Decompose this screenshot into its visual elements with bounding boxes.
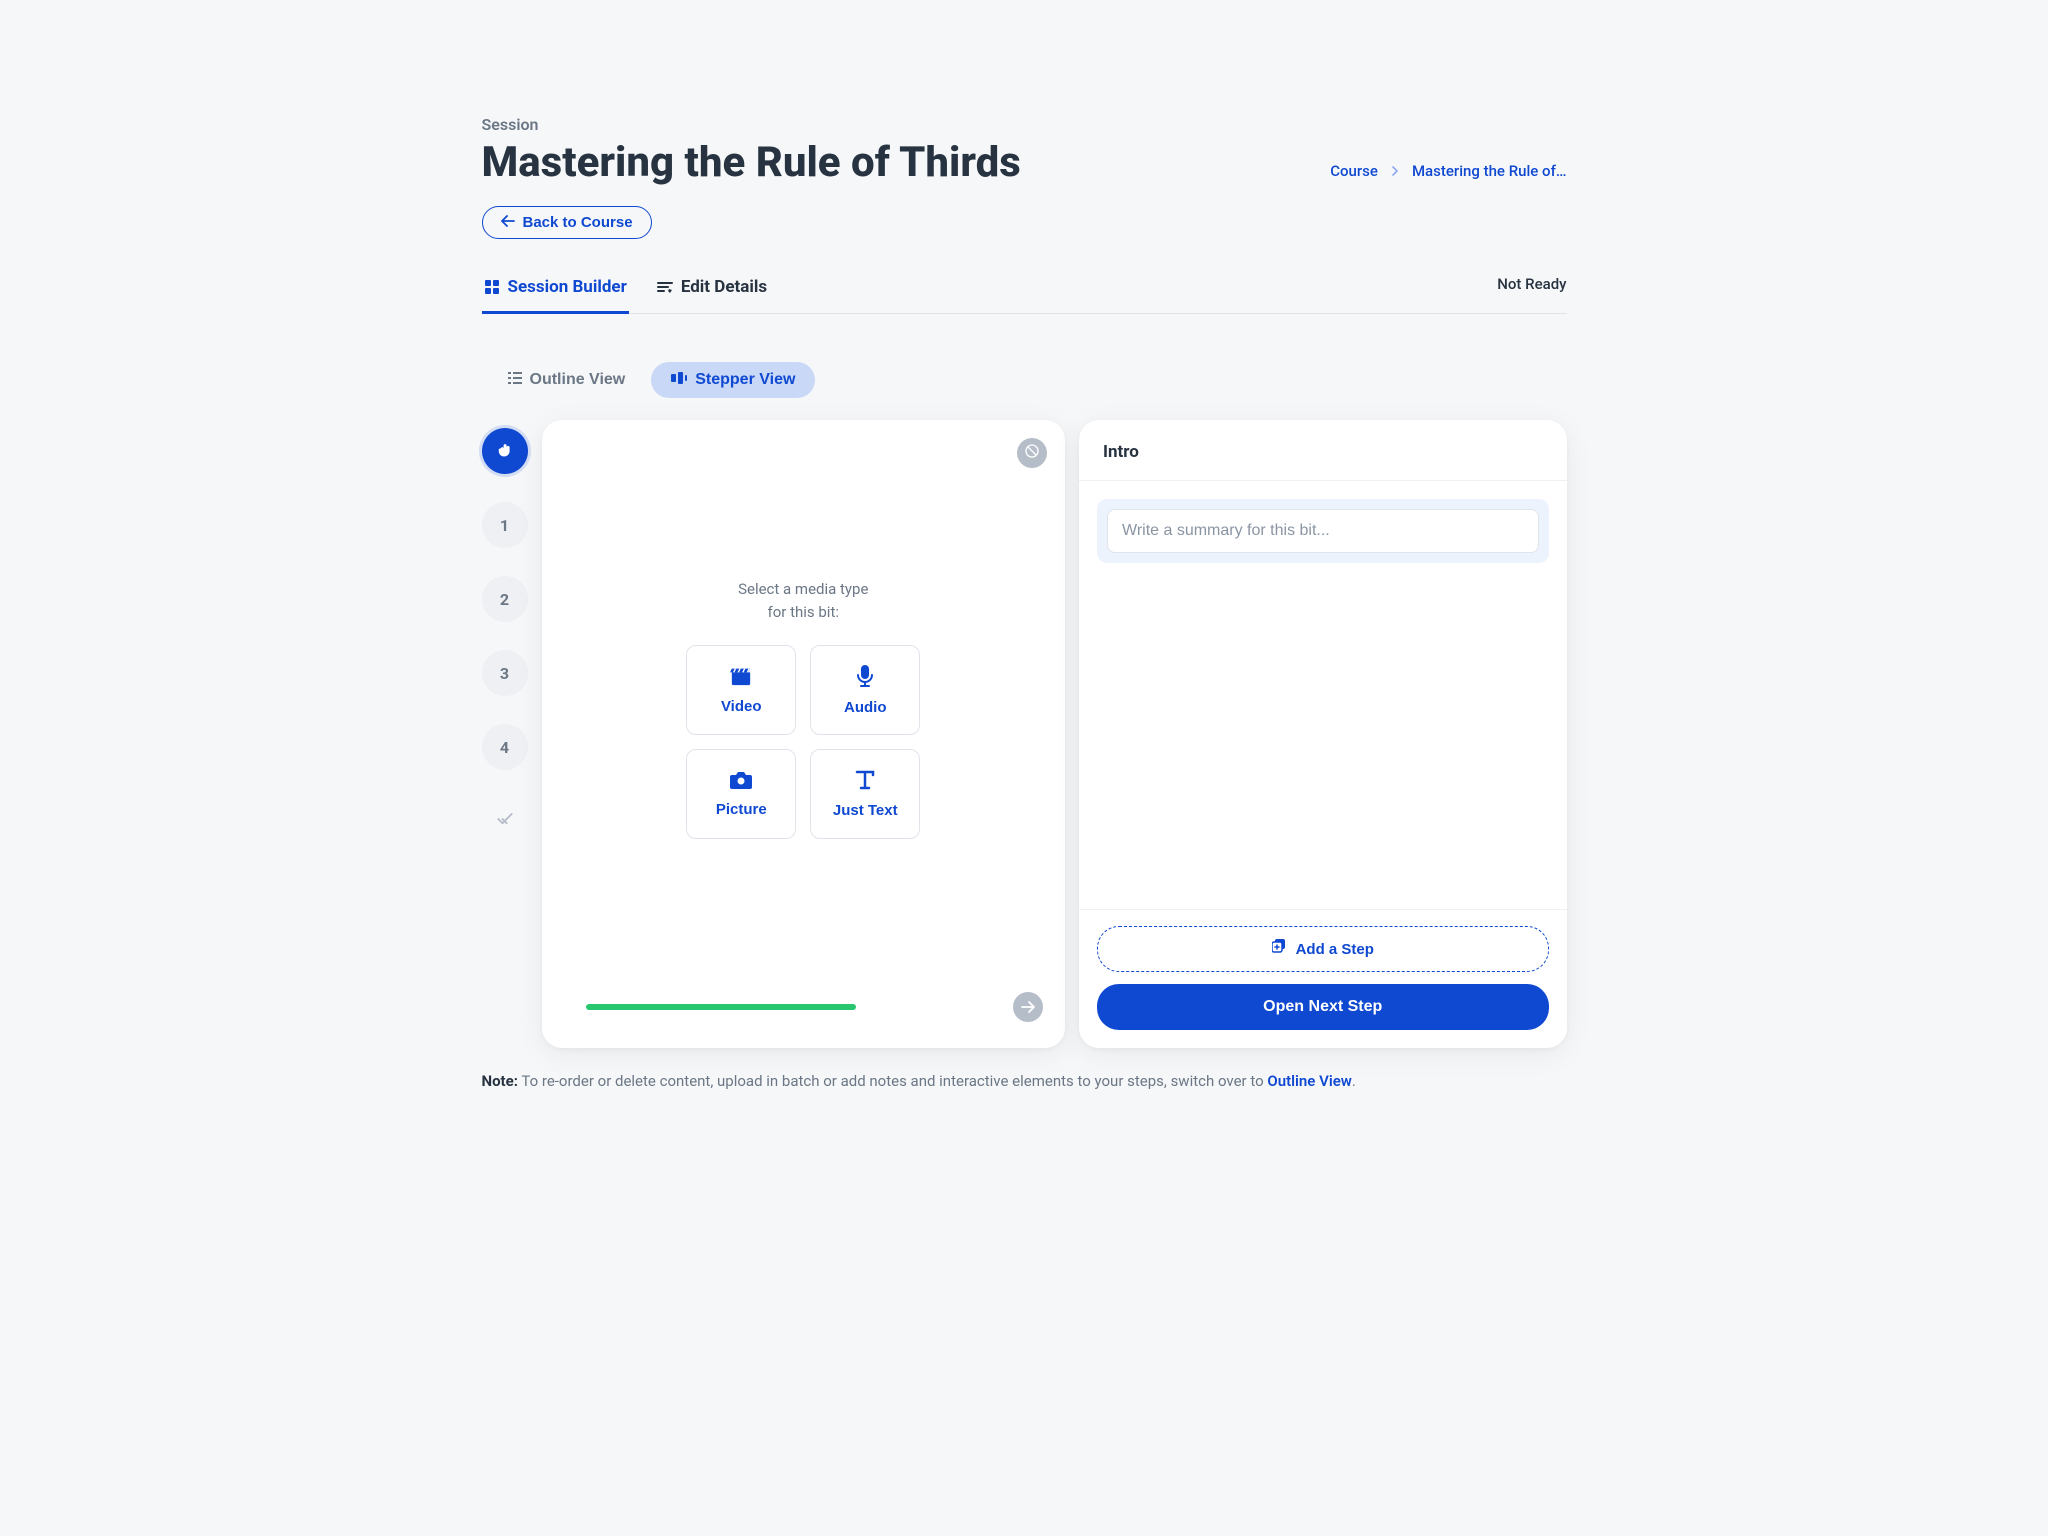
video-icon	[730, 666, 752, 690]
tab-edit-details[interactable]: Edit Details	[655, 267, 769, 314]
back-to-course-button[interactable]: Back to Course	[482, 206, 652, 239]
add-step-button[interactable]: Add a Step	[1097, 926, 1549, 972]
intro-card: Intro Add a Step Open Next Step	[1079, 420, 1567, 1048]
arrow-right-icon	[1021, 998, 1035, 1017]
text-icon	[855, 770, 875, 794]
intro-title: Intro	[1079, 420, 1567, 481]
page-subtitle: Session	[482, 115, 1021, 134]
camera-icon	[730, 771, 752, 793]
summary-input[interactable]	[1107, 509, 1539, 553]
tab-edit-label: Edit Details	[681, 277, 767, 297]
tab-session-builder[interactable]: Session Builder	[482, 267, 629, 314]
media-audio-label: Audio	[844, 699, 887, 716]
media-text-label: Just Text	[833, 802, 898, 819]
chevron-right-icon	[1390, 162, 1400, 180]
progress-bar	[564, 1004, 1000, 1010]
page-title: Mastering the Rule of Thirds	[482, 138, 1021, 188]
step-intro[interactable]	[482, 428, 528, 474]
media-text-button[interactable]: Just Text	[810, 749, 920, 839]
tab-builder-label: Session Builder	[508, 277, 627, 297]
blocked-icon	[1024, 443, 1040, 463]
arrow-left-icon	[501, 214, 515, 231]
step-complete[interactable]	[482, 798, 528, 844]
media-video-button[interactable]: Video	[686, 645, 796, 735]
outline-view-label: Outline View	[530, 371, 626, 389]
block-icon-button[interactable]	[1017, 438, 1047, 468]
outline-view-button[interactable]: Outline View	[488, 362, 646, 398]
outline-view-link[interactable]: Outline View	[1267, 1072, 1352, 1090]
back-label: Back to Course	[523, 214, 633, 231]
status-label: Not Ready	[1497, 275, 1566, 305]
list-icon	[508, 371, 522, 389]
add-step-label: Add a Step	[1296, 941, 1374, 958]
grid-icon	[484, 279, 500, 295]
media-select-card: Select a media type for this bit: Video …	[542, 420, 1066, 1048]
stepper-view-button[interactable]: Stepper View	[651, 362, 815, 398]
media-prompt: Select a media type for this bit:	[738, 578, 868, 623]
next-arrow-button[interactable]	[1013, 992, 1043, 1022]
step-3[interactable]: 3	[482, 650, 528, 696]
edit-icon	[657, 280, 673, 294]
microphone-icon	[856, 665, 874, 691]
step-1[interactable]: 1	[482, 502, 528, 548]
media-audio-button[interactable]: Audio	[810, 645, 920, 735]
breadcrumb: Course Mastering the Rule of…	[1330, 162, 1566, 188]
check-done-icon	[495, 809, 515, 833]
add-step-icon	[1272, 939, 1288, 959]
stepper-icon	[671, 371, 687, 389]
breadcrumb-root[interactable]: Course	[1330, 162, 1378, 180]
step-2[interactable]: 2	[482, 576, 528, 622]
stepper-view-label: Stepper View	[695, 371, 795, 389]
wave-icon	[495, 439, 515, 463]
media-picture-label: Picture	[716, 801, 767, 818]
footer-note: Note: To re-order or delete content, upl…	[482, 1072, 1567, 1090]
media-video-label: Video	[721, 698, 762, 715]
media-picture-button[interactable]: Picture	[686, 749, 796, 839]
open-next-step-button[interactable]: Open Next Step	[1097, 984, 1549, 1030]
breadcrumb-current[interactable]: Mastering the Rule of…	[1412, 162, 1567, 180]
step-4[interactable]: 4	[482, 724, 528, 770]
